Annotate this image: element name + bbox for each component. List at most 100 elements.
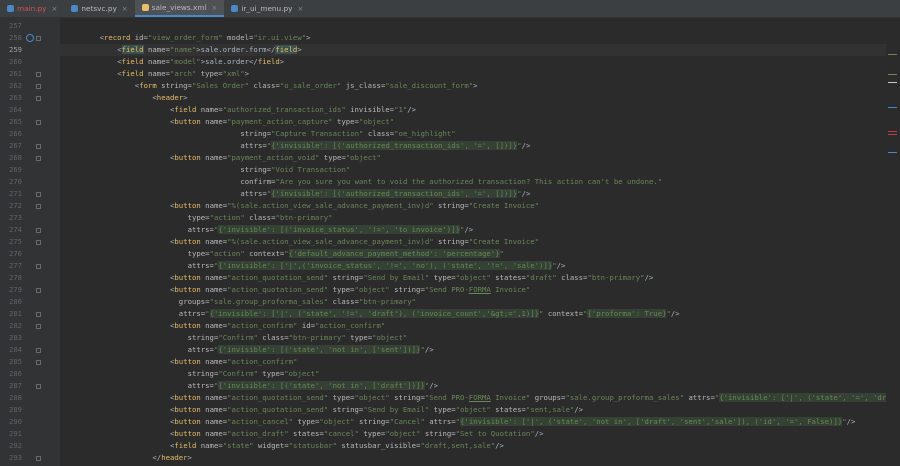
line-number[interactable]: 279 — [0, 284, 22, 296]
line-number[interactable]: 275 — [0, 236, 22, 248]
fold-toggle-icon[interactable] — [36, 287, 41, 293]
line-number[interactable]: 280 — [0, 296, 22, 308]
line-number[interactable]: 264 — [0, 104, 22, 116]
tab-ir-ui-menu-py[interactable]: ir_ui_menu.py × — [224, 0, 310, 17]
code-line[interactable]: confirm="Are you sure you want to void t… — [60, 176, 886, 188]
line-number[interactable]: 271 — [0, 188, 22, 200]
code-line[interactable]: string="Confirm" type="object" — [60, 368, 886, 380]
code-line[interactable]: attrs="{'invisible': [('state', 'not in'… — [60, 380, 886, 392]
code-line[interactable]: <button name="%(sale.action_view_sale_ad… — [60, 236, 886, 248]
fold-toggle-icon[interactable] — [36, 383, 41, 389]
fold-toggle-icon[interactable] — [36, 227, 41, 233]
line-number[interactable]: 267 — [0, 140, 22, 152]
tab-sale-views-xml[interactable]: sale_views.xml × — [134, 0, 225, 17]
code-line[interactable]: <form string="Sales Order" class="o_sale… — [60, 80, 886, 92]
line-number[interactable]: 289 — [0, 404, 22, 416]
line-number[interactable]: 274 — [0, 224, 22, 236]
code-line[interactable] — [60, 20, 886, 32]
implemented-marker-icon[interactable] — [26, 34, 34, 42]
error-stripe-scrollbar[interactable] — [886, 18, 900, 466]
close-icon[interactable]: × — [297, 5, 303, 13]
line-number[interactable]: 283 — [0, 332, 22, 344]
scrollbar-marker[interactable] — [888, 82, 897, 83]
close-icon[interactable]: × — [211, 4, 217, 12]
line-number[interactable]: 266 — [0, 128, 22, 140]
line-number[interactable]: 261 — [0, 68, 22, 80]
close-icon[interactable]: × — [122, 5, 128, 13]
line-number[interactable]: 273 — [0, 212, 22, 224]
line-number[interactable]: 284 — [0, 344, 22, 356]
line-number[interactable]: 257 — [0, 20, 22, 32]
fold-toggle-icon[interactable] — [36, 203, 41, 209]
code-line[interactable]: type="action" context="{'default_advance… — [60, 248, 886, 260]
code-line[interactable]: attrs="{'invisible': ['|',('invoice_stat… — [60, 260, 886, 272]
code-line[interactable]: string="Void Transaction" — [60, 164, 886, 176]
line-number[interactable]: 265 — [0, 116, 22, 128]
line-number[interactable]: 263 — [0, 92, 22, 104]
fold-toggle-icon[interactable] — [36, 143, 41, 149]
code-line[interactable]: <field name="model">sale.order</field> — [60, 56, 886, 68]
line-number[interactable]: 268 — [0, 152, 22, 164]
line-number[interactable]: 288 — [0, 392, 22, 404]
line-number[interactable]: 262 — [0, 80, 22, 92]
code-line[interactable]: string="Confirm" class="btn-primary" typ… — [60, 332, 886, 344]
line-number[interactable]: 260 — [0, 56, 22, 68]
fold-toggle-icon[interactable] — [36, 95, 41, 101]
fold-toggle-icon[interactable] — [36, 455, 41, 461]
code-line[interactable]: <button name="payment_action_void" type=… — [60, 152, 886, 164]
line-number[interactable]: 277 — [0, 260, 22, 272]
fold-toggle-icon[interactable] — [36, 119, 41, 125]
line-number[interactable]: 290 — [0, 416, 22, 428]
line-number[interactable]: 259 — [0, 44, 22, 56]
code-line[interactable]: string="Capture Transaction" class="oe_h… — [60, 128, 886, 140]
line-number[interactable]: 270 — [0, 176, 22, 188]
line-number[interactable]: 287 — [0, 380, 22, 392]
code-line[interactable]: <button name="payment_action_capture" ty… — [60, 116, 886, 128]
fold-toggle-icon[interactable] — [36, 191, 41, 197]
code-line[interactable]: <field name="arch" type="xml"> — [60, 68, 886, 80]
code-line[interactable]: type="action" class="btn-primary" — [60, 212, 886, 224]
fold-toggle-icon[interactable] — [36, 263, 41, 269]
line-number[interactable]: 272 — [0, 200, 22, 212]
code-line[interactable]: <button name="action_confirm" — [60, 356, 886, 368]
close-icon[interactable]: × — [52, 5, 58, 13]
line-number[interactable]: 258 — [0, 32, 22, 44]
scrollbar-marker[interactable] — [888, 74, 897, 75]
code-line[interactable]: <button name="action_cancel" type="objec… — [60, 416, 886, 428]
line-number[interactable]: 292 — [0, 440, 22, 452]
scrollbar-marker[interactable] — [888, 152, 897, 153]
scrollbar-marker[interactable] — [888, 107, 897, 108]
line-number[interactable]: 276 — [0, 248, 22, 260]
code-line[interactable]: <button name="%(sale.action_view_sale_ad… — [60, 200, 886, 212]
code-line[interactable]: </header> — [60, 452, 886, 464]
code-line[interactable]: <button name="action_quotation_send" typ… — [60, 392, 886, 404]
line-number[interactable]: 286 — [0, 368, 22, 380]
line-number[interactable]: 269 — [0, 164, 22, 176]
fold-toggle-icon[interactable] — [36, 323, 41, 329]
tab-main-py[interactable]: main.py × — [0, 0, 64, 17]
scrollbar-marker[interactable] — [888, 54, 897, 55]
code-line[interactable]: attrs="{'invisible': [('invoice_status',… — [60, 224, 886, 236]
code-line[interactable]: attrs="{'invisible': [('authorized_trans… — [60, 140, 886, 152]
fold-toggle-icon[interactable] — [36, 347, 41, 353]
line-number[interactable]: 285 — [0, 356, 22, 368]
code-line[interactable]: <field name="name">sale.order.form</fiel… — [60, 44, 886, 56]
line-number[interactable]: 278 — [0, 272, 22, 284]
tab-netsvc-py[interactable]: netsvc.py × — [64, 0, 134, 17]
code-line[interactable]: <button name="action_quotation_send" typ… — [60, 284, 886, 296]
line-number[interactable]: 282 — [0, 320, 22, 332]
fold-toggle-icon[interactable] — [36, 35, 41, 41]
line-number[interactable]: 293 — [0, 452, 22, 464]
scrollbar-marker[interactable] — [888, 131, 897, 132]
code-line[interactable]: groups="sale.group_proforma_sales" class… — [60, 296, 886, 308]
fold-toggle-icon[interactable] — [36, 311, 41, 317]
code-line[interactable]: <button name="action_confirm" id="action… — [60, 320, 886, 332]
fold-toggle-icon[interactable] — [36, 71, 41, 77]
code-line[interactable]: <button name="action_draft" states="canc… — [60, 428, 886, 440]
editor-gutter[interactable]: 257 258 259 260 261 262 263 264 265 266 267 268 269 2… — [0, 18, 60, 466]
fold-toggle-icon[interactable] — [36, 83, 41, 89]
line-number[interactable]: 281 — [0, 308, 22, 320]
fold-toggle-icon[interactable] — [36, 239, 41, 245]
code-line[interactable]: attrs="{'invisible': [('authorized_trans… — [60, 188, 886, 200]
scrollbar-marker[interactable] — [888, 134, 897, 135]
